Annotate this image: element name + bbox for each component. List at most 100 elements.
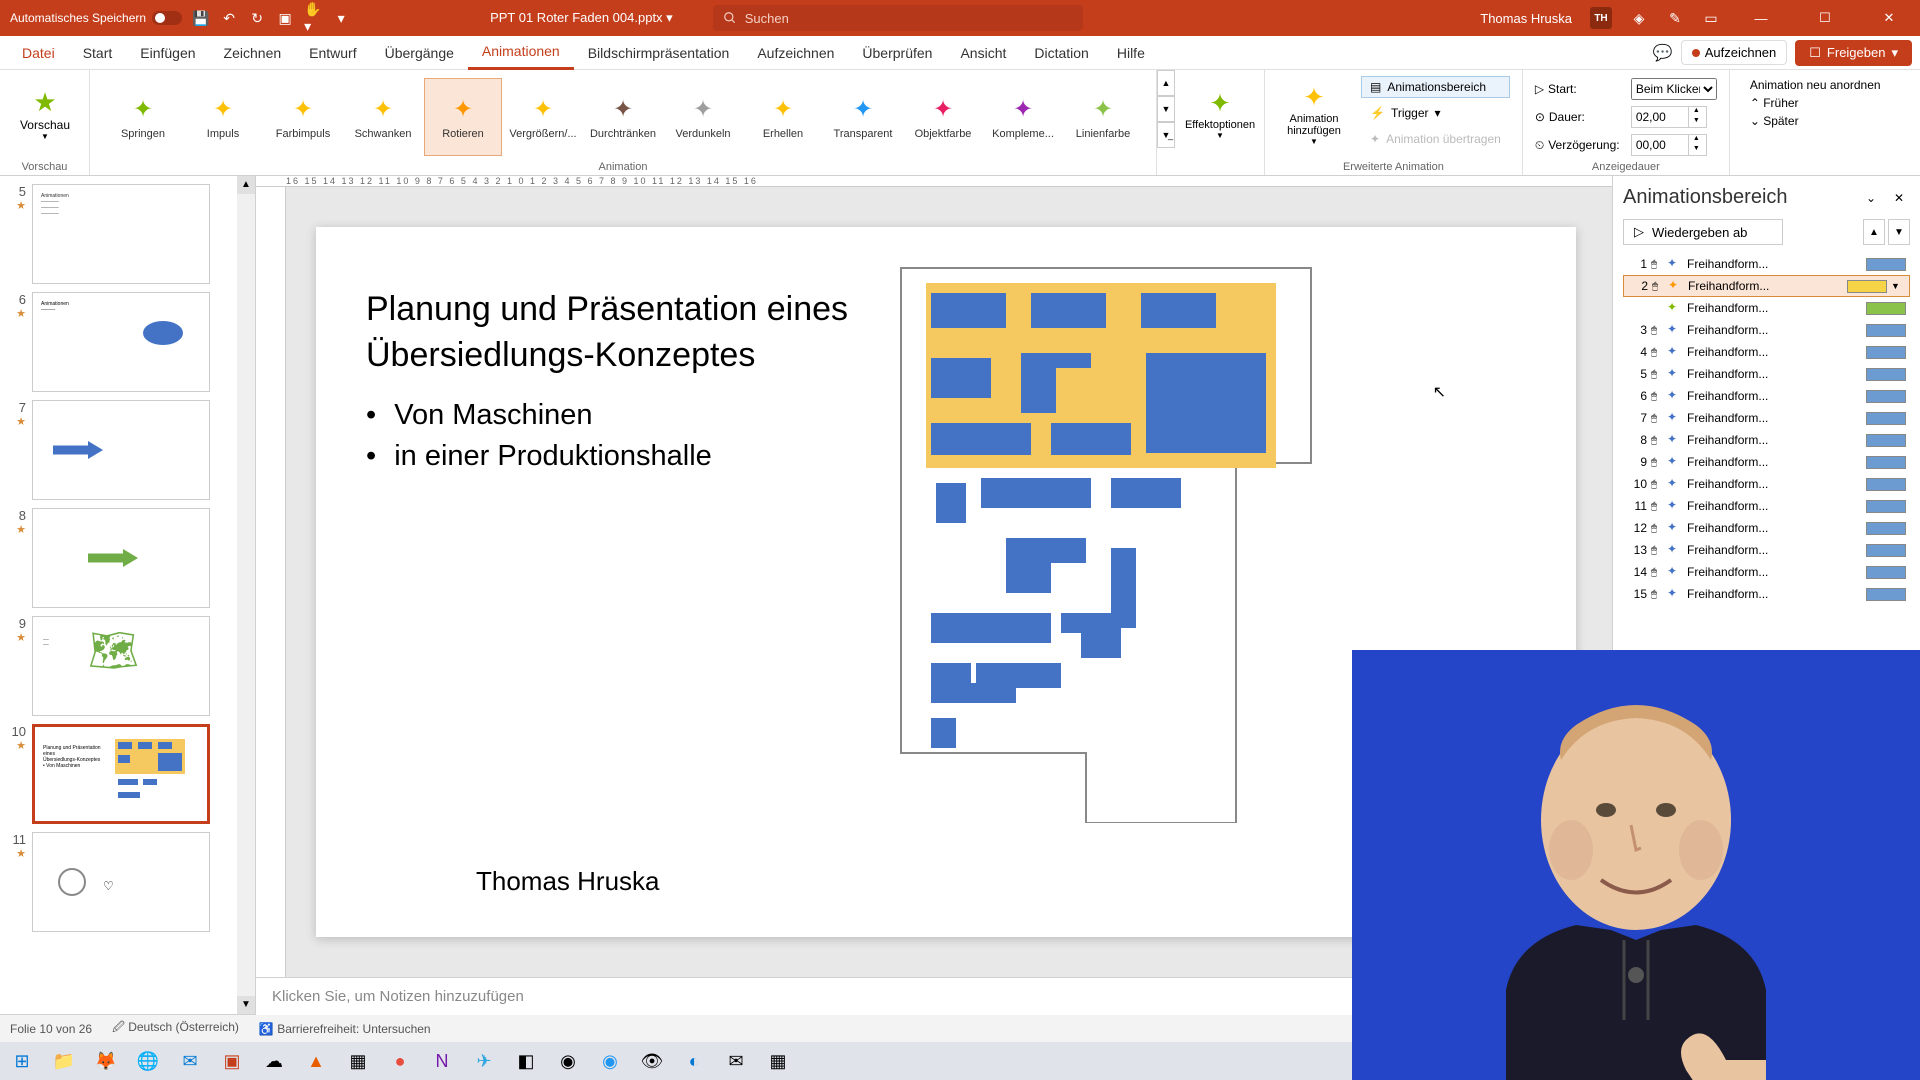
animation-list-item[interactable]: 2🖱✦Freihandform...▼ — [1623, 275, 1910, 297]
close-button[interactable]: ✕ — [1866, 0, 1912, 36]
powerpoint-icon[interactable]: ▣ — [214, 1045, 250, 1077]
edge-icon[interactable]: ◐ — [676, 1045, 712, 1077]
thumbnail-slide[interactable]: Animationen──── — [32, 292, 210, 392]
tab-view[interactable]: Ansicht — [946, 36, 1020, 70]
slide-thumbnails[interactable]: 5★Animationen───────────────6★Animatione… — [0, 176, 256, 1014]
app-icon-2[interactable]: ▦ — [340, 1045, 376, 1077]
duration-input[interactable]: ▲▼ — [1631, 106, 1707, 128]
slide-counter[interactable]: Folie 10 von 26 — [10, 1022, 92, 1036]
tab-design[interactable]: Entwurf — [295, 36, 370, 70]
sync-icon[interactable]: ◈ — [1630, 9, 1648, 27]
comments-icon[interactable]: 💬 — [1653, 43, 1673, 63]
language-indicator[interactable]: 🖉 Deutsch (Österreich) — [112, 1018, 239, 1039]
play-from-button[interactable]: ▷ Wiedergeben ab — [1623, 219, 1783, 245]
gallery-up-icon[interactable]: ▲ — [1157, 70, 1175, 96]
onenote-icon[interactable]: N — [424, 1045, 460, 1077]
tab-insert[interactable]: Einfügen — [126, 36, 209, 70]
filename[interactable]: PPT 01 Roter Faden 004.pptx ▾ — [490, 10, 673, 26]
anim-gallery-item[interactable]: ✦Impuls — [184, 78, 262, 156]
animation-list[interactable]: 1🖱✦Freihandform...2🖱✦Freihandform...▼✦Fr… — [1623, 253, 1910, 605]
autosave-toggle[interactable]: Automatisches Speichern — [10, 11, 182, 25]
window-mode-icon[interactable]: ▭ — [1702, 9, 1720, 27]
thumbnail-slide[interactable]: ♡ — [32, 832, 210, 932]
tab-transitions[interactable]: Übergänge — [371, 36, 468, 70]
anim-gallery-item[interactable]: ✦Objektfarbe — [904, 78, 982, 156]
thumbnail-slide[interactable]: Planung und PräsentationeinesÜbersiedlun… — [32, 724, 210, 824]
firefox-icon[interactable]: 🦊 — [88, 1045, 124, 1077]
animation-list-item[interactable]: 3🖱✦Freihandform... — [1623, 319, 1910, 341]
anim-gallery-item[interactable]: ✦Verdunkeln — [664, 78, 742, 156]
thumbnail-slide[interactable] — [32, 400, 210, 500]
tab-record[interactable]: Aufzeichnen — [743, 36, 848, 70]
thumbs-scrollbar[interactable]: ▲ ▼ — [237, 176, 255, 1014]
app-icon-7[interactable]: ✉ — [718, 1045, 754, 1077]
tab-dictation[interactable]: Dictation — [1020, 36, 1102, 70]
present-icon[interactable]: ▣ — [276, 9, 294, 27]
anim-gallery-item[interactable]: ✦Durchtränken — [584, 78, 662, 156]
animation-list-item[interactable]: ✦Freihandform... — [1623, 297, 1910, 319]
app-icon-3[interactable]: ● — [382, 1045, 418, 1077]
app-icon-8[interactable]: ▦ — [760, 1045, 796, 1077]
anim-gallery-item[interactable]: ✦Kompleme... — [984, 78, 1062, 156]
animation-list-item[interactable]: 14🖱✦Freihandform... — [1623, 561, 1910, 583]
app-icon-4[interactable]: ◧ — [508, 1045, 544, 1077]
tab-start[interactable]: Start — [69, 36, 127, 70]
anim-gallery-item[interactable]: ✦Farbimpuls — [264, 78, 342, 156]
app-icon-1[interactable]: ☁ — [256, 1045, 292, 1077]
app-icon-6[interactable]: 👁 — [634, 1045, 670, 1077]
tab-animations[interactable]: Animationen — [468, 36, 574, 70]
anim-gallery-item[interactable]: ✦Transparent — [824, 78, 902, 156]
touch-icon[interactable]: ✋▾ — [304, 9, 322, 27]
tab-draw[interactable]: Zeichnen — [210, 36, 296, 70]
floorplan-graphic[interactable] — [896, 263, 1316, 823]
coming-soon-icon[interactable]: ✎ — [1666, 9, 1684, 27]
tab-file[interactable]: Datei — [8, 36, 69, 70]
gallery-scroll[interactable]: ▲ ▼ ▼̲ — [1157, 70, 1175, 175]
thumbnail-slide[interactable] — [32, 508, 210, 608]
animation-list-item[interactable]: 15🖱✦Freihandform... — [1623, 583, 1910, 605]
telegram-icon[interactable]: ✈ — [466, 1045, 502, 1077]
anim-move-up-icon[interactable]: ▲ — [1863, 219, 1885, 245]
pane-dropdown-icon[interactable]: ⌄ — [1860, 187, 1882, 209]
add-animation-button[interactable]: ✦ Animation hinzufügen ▼ — [1275, 74, 1353, 154]
anim-gallery-item[interactable]: ✦Springen — [104, 78, 182, 156]
obs-icon[interactable]: ◉ — [550, 1045, 586, 1077]
username[interactable]: Thomas Hruska — [1480, 11, 1572, 26]
animation-list-item[interactable]: 6🖱✦Freihandform... — [1623, 385, 1910, 407]
anim-gallery-item[interactable]: ✦Schwanken — [344, 78, 422, 156]
anim-gallery-item[interactable]: ✦Linienfarbe — [1064, 78, 1142, 156]
anim-gallery-item[interactable]: ✦Vergrößern/... — [504, 78, 582, 156]
maximize-button[interactable]: ☐ — [1802, 0, 1848, 36]
start-select[interactable]: Beim Klicken — [1631, 78, 1717, 100]
scroll-down-icon[interactable]: ▼ — [237, 996, 255, 1014]
gallery-down-icon[interactable]: ▼ — [1157, 96, 1175, 122]
accessibility-check[interactable]: ♿ Barrierefreiheit: Untersuchen — [259, 1022, 431, 1036]
search-box[interactable]: Suchen — [713, 5, 1083, 31]
qat-more-icon[interactable]: ▾ — [332, 9, 350, 27]
thumbnail-slide[interactable]: 🗺──── — [32, 616, 210, 716]
preview-button[interactable]: ★ Vorschau ▼ — [10, 74, 80, 154]
app-icon-5[interactable]: ◉ — [592, 1045, 628, 1077]
tab-help[interactable]: Hilfe — [1103, 36, 1159, 70]
move-earlier-button[interactable]: ⌃ Früher — [1750, 96, 1881, 110]
animation-pane-button[interactable]: ▤ Animationsbereich — [1361, 76, 1510, 98]
anim-gallery-item[interactable]: ✦Erhellen — [744, 78, 822, 156]
thumbnail-slide[interactable]: Animationen─────────────── — [32, 184, 210, 284]
delay-input[interactable]: ▲▼ — [1631, 134, 1707, 156]
save-icon[interactable]: 💾 — [192, 9, 210, 27]
trigger-button[interactable]: ⚡ Trigger ▾ — [1361, 102, 1510, 124]
scroll-up-icon[interactable]: ▲ — [237, 176, 255, 194]
anim-move-down-icon[interactable]: ▼ — [1888, 219, 1910, 245]
animation-list-item[interactable]: 13🖱✦Freihandform... — [1623, 539, 1910, 561]
explorer-icon[interactable]: 📁 — [46, 1045, 82, 1077]
gallery-expand-icon[interactable]: ▼̲ — [1157, 122, 1175, 148]
share-button[interactable]: ☐ Freigeben ▾ — [1795, 40, 1912, 66]
user-avatar[interactable]: TH — [1590, 7, 1612, 29]
animation-list-item[interactable]: 5🖱✦Freihandform... — [1623, 363, 1910, 385]
animation-list-item[interactable]: 9🖱✦Freihandform... — [1623, 451, 1910, 473]
outlook-icon[interactable]: ✉ — [172, 1045, 208, 1077]
redo-icon[interactable]: ↻ — [248, 9, 266, 27]
start-menu-icon[interactable]: ⊞ — [4, 1045, 40, 1077]
anim-gallery-item[interactable]: ✦Rotieren — [424, 78, 502, 156]
undo-icon[interactable]: ↶ — [220, 9, 238, 27]
